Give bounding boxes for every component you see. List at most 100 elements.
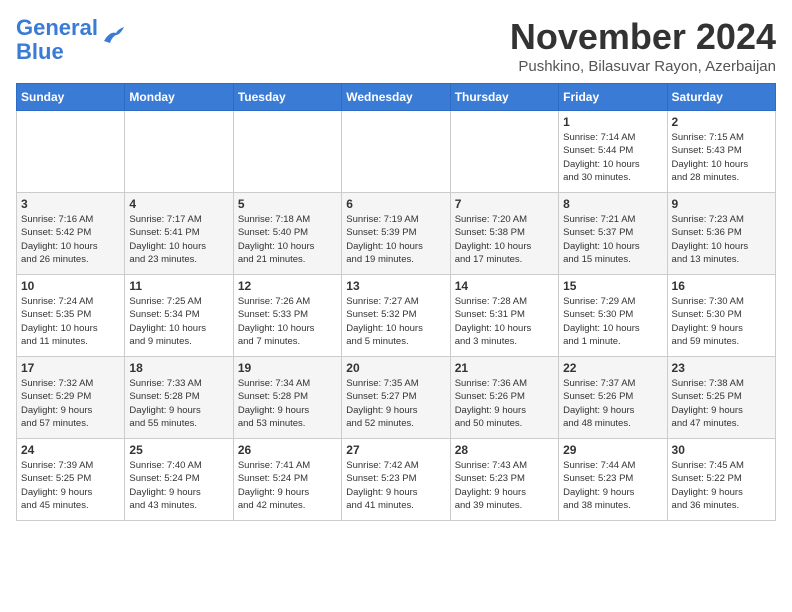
day-number: 25 <box>129 443 228 457</box>
calendar-cell: 7Sunrise: 7:20 AM Sunset: 5:38 PM Daylig… <box>450 193 558 275</box>
calendar-table: SundayMondayTuesdayWednesdayThursdayFrid… <box>16 83 776 521</box>
logo-bird-icon <box>102 27 124 45</box>
calendar-cell: 17 Sunrise: 7:32 AM Sunset: 5:29 PM Dayli… <box>17 357 125 439</box>
day-number: 16 <box>672 279 771 293</box>
day-number: 26 <box>238 443 337 457</box>
location: Pushkino, Bilasuvar Rayon, Azerbaijan <box>510 58 776 75</box>
calendar-cell: 27 Sunrise: 7:42 AM Sunset: 5:23 PM Dayli… <box>342 439 450 521</box>
day-info: Sunrise: 7:24 AM Sunset: 5:35 PM Dayligh… <box>21 295 120 348</box>
day-info: Sunrise: 7:35 AM Sunset: 5:27 PM Dayligh… <box>346 377 445 430</box>
calendar-cell: 15 Sunrise: 7:29 AM Sunset: 5:30 PM Dayli… <box>559 275 667 357</box>
calendar-cell: 8 Sunrise: 7:21 AM Sunset: 5:37 PM Daylig… <box>559 193 667 275</box>
calendar-cell: 20 Sunrise: 7:35 AM Sunset: 5:27 PM Dayli… <box>342 357 450 439</box>
day-info: Sunrise: 7:19 AM Sunset: 5:39 PM Dayligh… <box>346 213 445 266</box>
calendar-cell: 9 Sunrise: 7:23 AM Sunset: 5:36 PM Daylig… <box>667 193 775 275</box>
day-info: Sunrise: 7:34 AM Sunset: 5:28 PM Dayligh… <box>238 377 337 430</box>
day-info: Sunrise: 7:41 AM Sunset: 5:24 PM Dayligh… <box>238 459 337 512</box>
day-number: 27 <box>346 443 445 457</box>
page-header: GeneralBlue November 2024 Pushkino, Bila… <box>16 16 776 75</box>
day-info: Sunrise: 7:36 AM Sunset: 5:26 PM Dayligh… <box>455 377 554 430</box>
day-info: Sunrise: 7:28 AM Sunset: 5:31 PM Dayligh… <box>455 295 554 348</box>
day-number: 6 <box>346 197 445 211</box>
day-number: 15 <box>563 279 662 293</box>
calendar-cell: 18 Sunrise: 7:33 AM Sunset: 5:28 PM Dayli… <box>125 357 233 439</box>
day-number: 9 <box>672 197 771 211</box>
day-number: 29 <box>563 443 662 457</box>
day-info: Sunrise: 7:30 AM Sunset: 5:30 PM Dayligh… <box>672 295 771 348</box>
day-number: 1 <box>563 115 662 129</box>
calendar-cell: 13 Sunrise: 7:27 AM Sunset: 5:32 PM Dayli… <box>342 275 450 357</box>
day-info: Sunrise: 7:25 AM Sunset: 5:34 PM Dayligh… <box>129 295 228 348</box>
title-block: November 2024 Pushkino, Bilasuvar Rayon,… <box>510 16 776 75</box>
day-number: 18 <box>129 361 228 375</box>
month-title: November 2024 <box>510 16 776 58</box>
calendar-cell: 3 Sunrise: 7:16 AM Sunset: 5:42 PM Daylig… <box>17 193 125 275</box>
day-info: Sunrise: 7:42 AM Sunset: 5:23 PM Dayligh… <box>346 459 445 512</box>
calendar-cell: 21 Sunrise: 7:36 AM Sunset: 5:26 PM Dayli… <box>450 357 558 439</box>
day-number: 24 <box>21 443 120 457</box>
col-header-monday: Monday <box>125 84 233 111</box>
day-info: Sunrise: 7:45 AM Sunset: 5:22 PM Dayligh… <box>672 459 771 512</box>
day-info: Sunrise: 7:27 AM Sunset: 5:32 PM Dayligh… <box>346 295 445 348</box>
day-number: 3 <box>21 197 120 211</box>
day-info: Sunrise: 7:14 AM Sunset: 5:44 PM Dayligh… <box>563 131 662 184</box>
calendar-cell <box>17 111 125 193</box>
day-number: 22 <box>563 361 662 375</box>
day-info: Sunrise: 7:37 AM Sunset: 5:26 PM Dayligh… <box>563 377 662 430</box>
calendar-cell: 14Sunrise: 7:28 AM Sunset: 5:31 PM Dayli… <box>450 275 558 357</box>
col-header-sunday: Sunday <box>17 84 125 111</box>
day-info: Sunrise: 7:15 AM Sunset: 5:43 PM Dayligh… <box>672 131 771 184</box>
col-header-saturday: Saturday <box>667 84 775 111</box>
calendar-cell: 25 Sunrise: 7:40 AM Sunset: 5:24 PM Dayli… <box>125 439 233 521</box>
day-info: Sunrise: 7:21 AM Sunset: 5:37 PM Dayligh… <box>563 213 662 266</box>
day-number: 21 <box>455 361 554 375</box>
calendar-cell: 6 Sunrise: 7:19 AM Sunset: 5:39 PM Daylig… <box>342 193 450 275</box>
col-header-thursday: Thursday <box>450 84 558 111</box>
calendar-cell: 4Sunrise: 7:17 AM Sunset: 5:41 PM Daylig… <box>125 193 233 275</box>
day-info: Sunrise: 7:33 AM Sunset: 5:28 PM Dayligh… <box>129 377 228 430</box>
day-number: 7 <box>455 197 554 211</box>
day-number: 12 <box>238 279 337 293</box>
day-info: Sunrise: 7:16 AM Sunset: 5:42 PM Dayligh… <box>21 213 120 266</box>
day-info: Sunrise: 7:18 AM Sunset: 5:40 PM Dayligh… <box>238 213 337 266</box>
day-info: Sunrise: 7:43 AM Sunset: 5:23 PM Dayligh… <box>455 459 554 512</box>
day-number: 11 <box>129 279 228 293</box>
day-number: 8 <box>563 197 662 211</box>
calendar-cell <box>233 111 341 193</box>
calendar-cell: 10 Sunrise: 7:24 AM Sunset: 5:35 PM Dayli… <box>17 275 125 357</box>
day-info: Sunrise: 7:40 AM Sunset: 5:24 PM Dayligh… <box>129 459 228 512</box>
logo: GeneralBlue <box>16 16 124 64</box>
day-number: 19 <box>238 361 337 375</box>
calendar-cell: 29Sunrise: 7:44 AM Sunset: 5:23 PM Dayli… <box>559 439 667 521</box>
col-header-friday: Friday <box>559 84 667 111</box>
day-number: 13 <box>346 279 445 293</box>
calendar-cell <box>125 111 233 193</box>
day-number: 17 <box>21 361 120 375</box>
calendar-cell: 11 Sunrise: 7:25 AM Sunset: 5:34 PM Dayli… <box>125 275 233 357</box>
day-info: Sunrise: 7:39 AM Sunset: 5:25 PM Dayligh… <box>21 459 120 512</box>
day-info: Sunrise: 7:38 AM Sunset: 5:25 PM Dayligh… <box>672 377 771 430</box>
day-number: 2 <box>672 115 771 129</box>
day-info: Sunrise: 7:23 AM Sunset: 5:36 PM Dayligh… <box>672 213 771 266</box>
day-info: Sunrise: 7:32 AM Sunset: 5:29 PM Dayligh… <box>21 377 120 430</box>
day-number: 20 <box>346 361 445 375</box>
day-number: 23 <box>672 361 771 375</box>
calendar-cell <box>342 111 450 193</box>
day-number: 4 <box>129 197 228 211</box>
logo-text: GeneralBlue <box>16 16 98 64</box>
calendar-cell: 19 Sunrise: 7:34 AM Sunset: 5:28 PM Dayli… <box>233 357 341 439</box>
day-number: 28 <box>455 443 554 457</box>
calendar-cell: 1 Sunrise: 7:14 AM Sunset: 5:44 PM Daylig… <box>559 111 667 193</box>
calendar-cell: 26 Sunrise: 7:41 AM Sunset: 5:24 PM Dayli… <box>233 439 341 521</box>
calendar-cell <box>450 111 558 193</box>
calendar-cell: 5 Sunrise: 7:18 AM Sunset: 5:40 PM Daylig… <box>233 193 341 275</box>
day-number: 5 <box>238 197 337 211</box>
day-info: Sunrise: 7:29 AM Sunset: 5:30 PM Dayligh… <box>563 295 662 348</box>
calendar-cell: 24 Sunrise: 7:39 AM Sunset: 5:25 PM Dayli… <box>17 439 125 521</box>
col-header-wednesday: Wednesday <box>342 84 450 111</box>
calendar-cell: 22 Sunrise: 7:37 AM Sunset: 5:26 PM Dayli… <box>559 357 667 439</box>
day-number: 10 <box>21 279 120 293</box>
col-header-tuesday: Tuesday <box>233 84 341 111</box>
calendar-cell: 23 Sunrise: 7:38 AM Sunset: 5:25 PM Dayli… <box>667 357 775 439</box>
calendar-cell: 12Sunrise: 7:26 AM Sunset: 5:33 PM Dayli… <box>233 275 341 357</box>
